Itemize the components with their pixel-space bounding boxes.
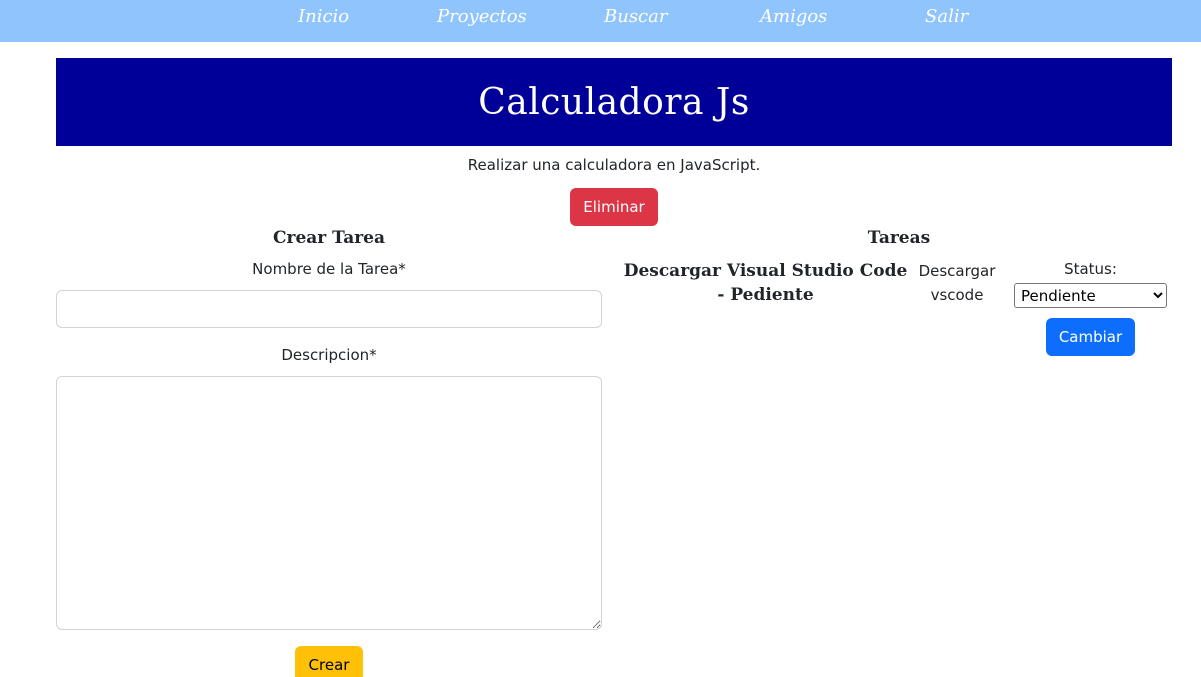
task-description: Descargar vscode (918, 262, 996, 304)
task-name-label: Nombre de la Tarea* (252, 260, 406, 278)
task-name-input[interactable] (56, 290, 602, 328)
change-status-button[interactable]: Cambiar (1046, 318, 1135, 356)
create-task-button[interactable]: Crear (295, 646, 363, 677)
status-label: Status: (1064, 260, 1117, 278)
project-description: Realizar una calculadora en JavaScript. (467, 156, 761, 174)
status-select[interactable]: Pendiente (1014, 283, 1167, 308)
nav-link-proyectos[interactable]: Proyectos (437, 6, 527, 27)
create-task-heading: Crear Tarea (272, 228, 386, 248)
delete-project-button[interactable]: Eliminar (570, 188, 658, 226)
tasks-heading: Tareas (867, 228, 931, 248)
nav-link-inicio[interactable]: Inicio (298, 6, 349, 27)
nav-link-salir[interactable]: Salir (925, 6, 968, 27)
nav-link-amigos[interactable]: Amigos (760, 6, 827, 27)
page-title: Calculadora Js (478, 81, 750, 123)
task-description-label: Descripcion* (281, 346, 377, 364)
top-navbar: Inicio Proyectos Buscar Amigos Salir (0, 0, 1201, 42)
nav-link-buscar[interactable]: Buscar (604, 6, 667, 27)
project-header: Calculadora Js (56, 58, 1172, 146)
task-description-textarea[interactable] (56, 376, 602, 630)
task-title: Descargar Visual Studio Code - Pediente (623, 261, 908, 305)
